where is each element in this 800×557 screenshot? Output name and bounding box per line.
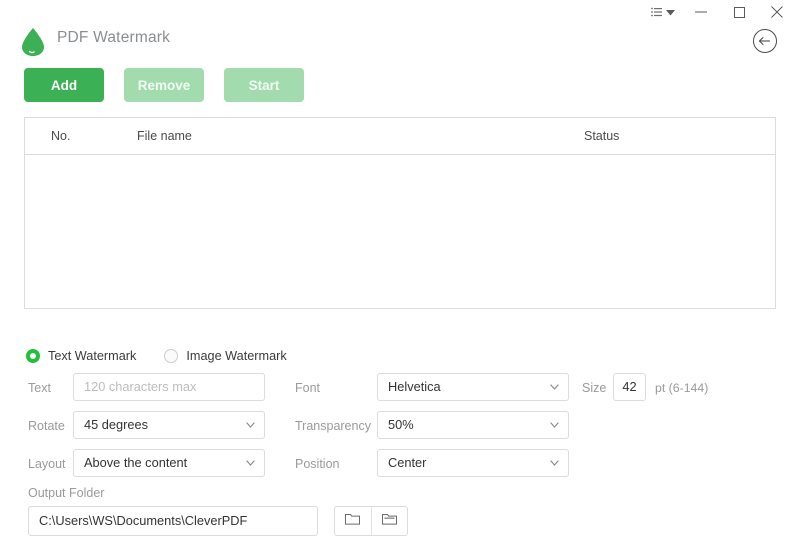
size-input[interactable]: 42 xyxy=(613,373,646,401)
browse-folder-button[interactable] xyxy=(335,507,371,535)
rotate-select[interactable]: 45 degrees xyxy=(73,411,265,439)
output-folder-label: Output Folder xyxy=(28,486,105,500)
radio-text-watermark-label: Text Watermark xyxy=(48,349,137,363)
chevron-down-icon xyxy=(550,460,559,466)
radio-image-watermark[interactable] xyxy=(164,349,179,363)
layout-select-value: Above the content xyxy=(84,455,188,470)
font-select[interactable]: Helvetica xyxy=(377,373,569,401)
column-header-no: No. xyxy=(51,129,71,143)
app-header: PDF Watermark xyxy=(0,24,800,64)
position-select[interactable]: Center xyxy=(377,449,569,477)
rotate-select-value: 45 degrees xyxy=(84,417,149,432)
maximize-icon xyxy=(733,6,745,18)
open-folder-button[interactable] xyxy=(371,507,407,535)
output-folder-buttons xyxy=(334,506,408,536)
remove-button[interactable]: Remove xyxy=(124,68,204,102)
position-select-value: Center xyxy=(388,455,427,470)
droplet-icon xyxy=(20,27,46,57)
action-toolbar: Add Remove Start xyxy=(24,68,304,102)
file-list-panel: No. File name Status xyxy=(24,117,776,309)
minimize-button[interactable] xyxy=(682,0,720,24)
file-list-header: No. File name Status xyxy=(25,118,775,155)
close-button[interactable] xyxy=(758,0,796,24)
text-field-label: Text xyxy=(28,381,51,395)
minimize-icon xyxy=(695,6,707,18)
size-range-hint: pt (6-144) xyxy=(655,381,709,395)
watermark-text-input[interactable]: 120 characters max xyxy=(73,373,265,401)
layout-select[interactable]: Above the content xyxy=(73,449,265,477)
column-header-filename: File name xyxy=(137,129,192,143)
transparency-select[interactable]: 50% xyxy=(377,411,569,439)
radio-image-watermark-label: Image Watermark xyxy=(186,349,287,363)
font-select-value: Helvetica xyxy=(388,379,441,394)
watermark-type-group: Text Watermark Image Watermark xyxy=(26,349,287,363)
position-field-label: Position xyxy=(295,457,340,471)
chevron-down-icon xyxy=(246,422,255,428)
back-arrow-circle-icon[interactable] xyxy=(752,28,778,54)
list-view-dropdown-button[interactable] xyxy=(644,0,682,24)
radio-text-watermark[interactable] xyxy=(26,349,40,363)
transparency-select-value: 50% xyxy=(388,417,414,432)
folder-open-icon xyxy=(381,512,397,530)
page-title: PDF Watermark xyxy=(57,29,171,46)
list-caret-icon xyxy=(651,7,675,17)
transparency-field-label: Transparency xyxy=(295,419,371,433)
rotate-field-label: Rotate xyxy=(28,419,65,433)
maximize-button[interactable] xyxy=(720,0,758,24)
layout-field-label: Layout xyxy=(28,457,66,471)
size-field-label: Size xyxy=(582,381,607,395)
font-field-label: Font xyxy=(295,381,321,395)
close-icon xyxy=(771,6,783,18)
chevron-down-icon xyxy=(550,422,559,428)
folder-closed-icon xyxy=(345,512,361,530)
chevron-down-icon xyxy=(550,384,559,390)
start-button[interactable]: Start xyxy=(224,68,304,102)
window-titlebar xyxy=(0,0,800,24)
file-list-body[interactable] xyxy=(25,155,775,308)
chevron-down-icon xyxy=(246,460,255,466)
add-button[interactable]: Add xyxy=(24,68,104,102)
output-folder-input[interactable]: C:\Users\WS\Documents\CleverPDF xyxy=(28,506,318,536)
column-header-status: Status xyxy=(584,129,620,143)
